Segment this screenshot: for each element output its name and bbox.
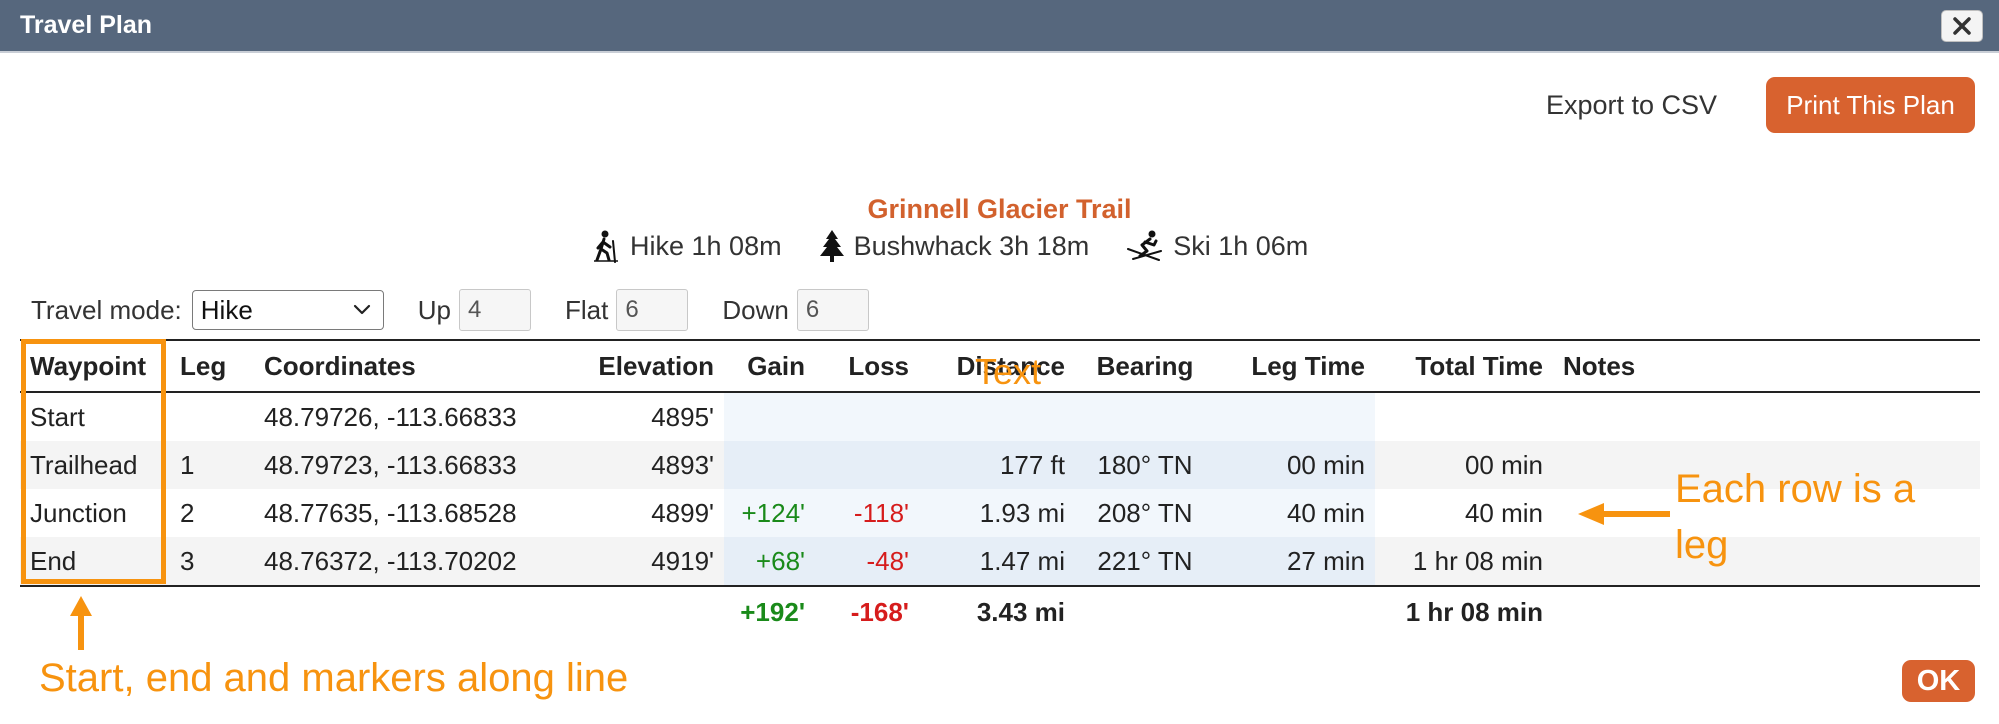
ok-button[interactable]: OK — [1902, 660, 1975, 702]
arrow-to-row-icon — [1578, 503, 1670, 525]
arrow-to-waypoint-icon — [70, 596, 92, 650]
annotation-arrows — [70, 503, 1670, 650]
